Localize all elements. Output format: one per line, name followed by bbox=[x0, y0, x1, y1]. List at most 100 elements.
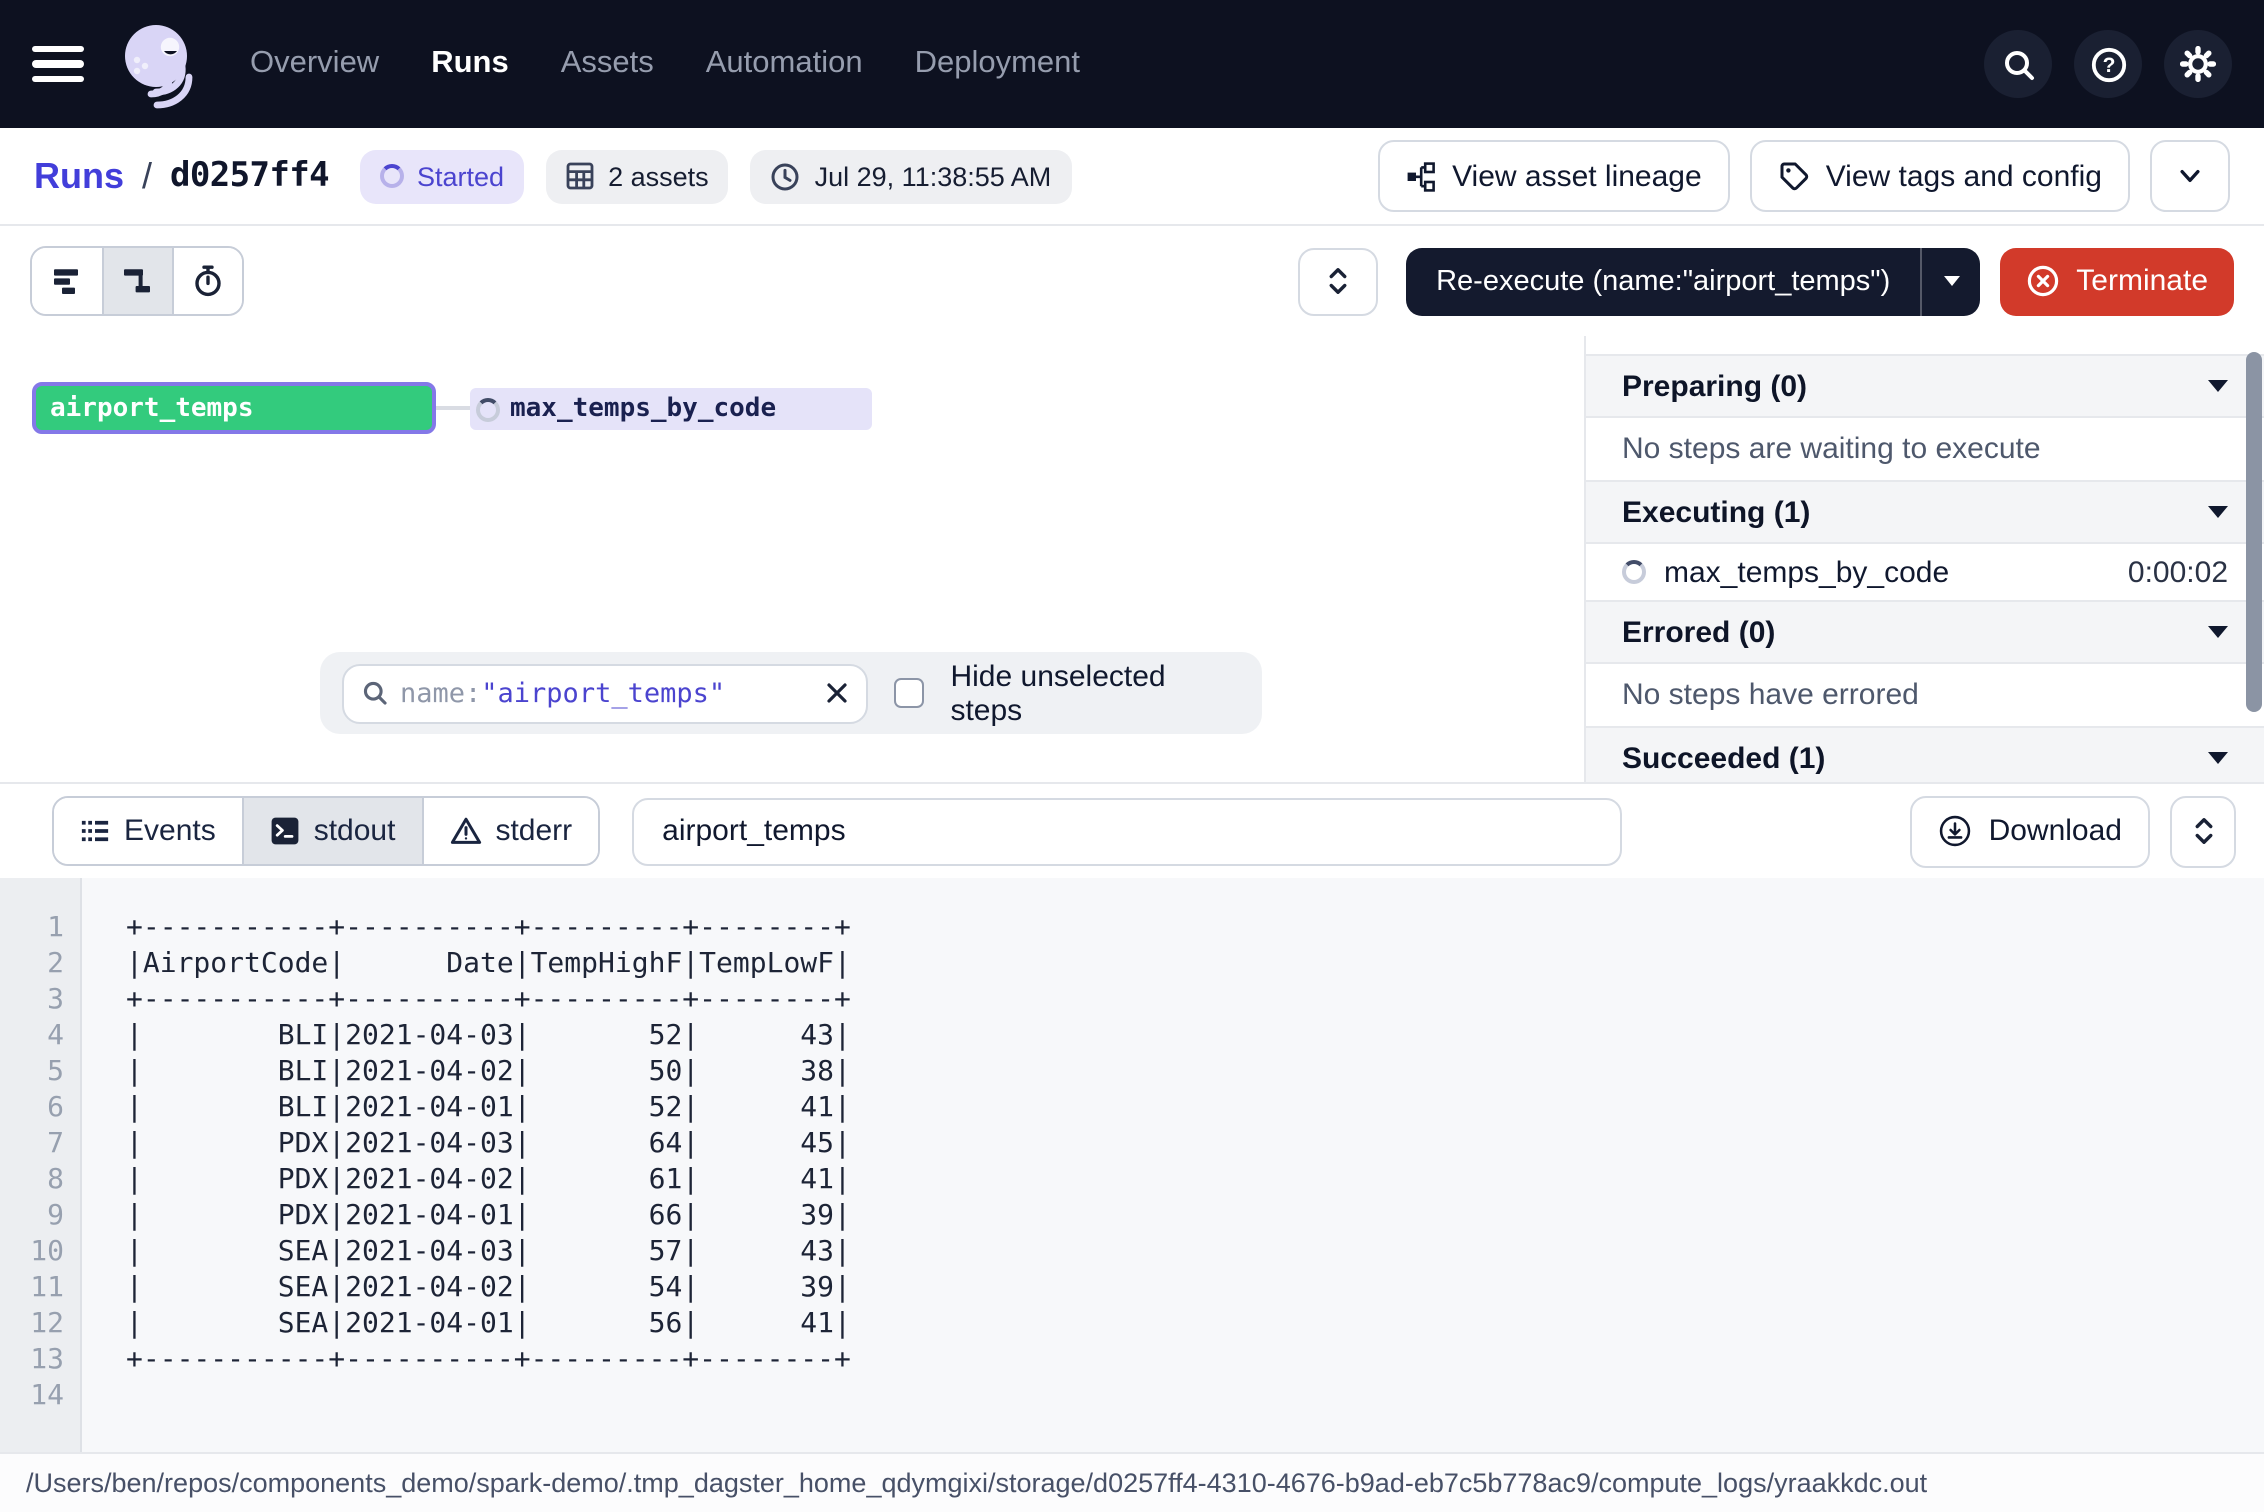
nav-item-deployment[interactable]: Deployment bbox=[915, 46, 1080, 82]
executing-step-name: max_temps_by_code bbox=[1664, 555, 1949, 589]
timestamp-badge: Jul 29, 11:38:55 AM bbox=[751, 149, 1072, 203]
log-content: +-----------+----------+---------+------… bbox=[126, 910, 851, 1414]
run-id: d0257ff4 bbox=[170, 156, 329, 196]
clock-icon bbox=[771, 161, 801, 191]
log-step-selector[interactable]: airport_temps bbox=[632, 797, 1622, 865]
log-actions: Download bbox=[1911, 795, 2236, 867]
preparing-empty-text: No steps are waiting to execute bbox=[1586, 418, 2264, 480]
run-badges: Started 2 assets Jul 29, 11:38:55 AM bbox=[359, 149, 1071, 203]
hide-unselected-checkbox[interactable] bbox=[894, 678, 924, 708]
hamburger-menu-icon[interactable] bbox=[32, 45, 84, 83]
filter-query-value: "airport_temps" bbox=[481, 677, 725, 709]
gantt-step-airport-temps[interactable]: airport_temps bbox=[32, 382, 436, 434]
view-asset-lineage-button[interactable]: View asset lineage bbox=[1378, 140, 1730, 212]
clear-filter-button[interactable] bbox=[826, 682, 848, 704]
tag-icon bbox=[1778, 160, 1810, 192]
log-line-number-gutter: 12 34 56 78 910 1112 1314 bbox=[0, 878, 82, 1452]
log-line: | BLI|2021-04-03| 52| 43| bbox=[126, 1018, 851, 1054]
running-spinner-icon bbox=[1622, 560, 1646, 584]
expand-collapse-run-button[interactable] bbox=[1298, 247, 1378, 315]
run-main-area: airport_temps max_temps_by_code name:"ai… bbox=[0, 336, 2264, 782]
terminate-button[interactable]: Terminate bbox=[2000, 247, 2234, 315]
log-line: +-----------+----------+---------+------… bbox=[126, 982, 851, 1018]
nav-item-assets[interactable]: Assets bbox=[561, 46, 654, 82]
terminal-icon bbox=[270, 816, 300, 846]
panel-scrollbar[interactable] bbox=[2246, 352, 2262, 712]
svg-text:?: ? bbox=[2102, 53, 2115, 76]
gantt-connector bbox=[436, 406, 470, 410]
section-errored[interactable]: Errored (0) bbox=[1586, 600, 2264, 664]
tab-stderr[interactable]: stderr bbox=[421, 798, 598, 864]
dagster-logo[interactable] bbox=[114, 18, 206, 110]
log-line: | SEA|2021-04-02| 54| 39| bbox=[126, 1270, 851, 1306]
dagster-run-page: Overview Runs Assets Automation Deployme… bbox=[0, 0, 2264, 1512]
close-x-icon bbox=[826, 682, 848, 704]
run-view-toolbar: Re-execute (name:"airport_temps") Termin… bbox=[0, 226, 2264, 336]
log-toolbar: Events stdout stderr airport_temps Downl… bbox=[0, 784, 2264, 878]
download-button[interactable]: Download bbox=[1911, 795, 2150, 867]
search-icon bbox=[362, 680, 388, 706]
re-execute-button[interactable]: Re-execute (name:"airport_temps") bbox=[1406, 247, 1920, 315]
assets-badge[interactable]: 2 assets bbox=[546, 149, 729, 203]
log-line: |AirportCode| Date|TempHighF|TempLowF| bbox=[126, 946, 851, 982]
filter-query-prefix: name: bbox=[400, 677, 481, 709]
asset-grid-icon bbox=[566, 162, 594, 190]
nav-item-overview[interactable]: Overview bbox=[250, 46, 379, 82]
section-executing[interactable]: Executing (1) bbox=[1586, 480, 2264, 544]
errored-empty-text: No steps have errored bbox=[1586, 664, 2264, 726]
flat-gantt-icon bbox=[51, 264, 83, 298]
breadcrumb-runs-link[interactable]: Runs bbox=[34, 155, 124, 197]
flat-gantt-view-button[interactable] bbox=[32, 248, 102, 314]
step-filter-input[interactable]: name:"airport_temps" bbox=[342, 663, 868, 723]
search-icon[interactable] bbox=[1984, 30, 2052, 98]
log-line: | BLI|2021-04-01| 52| 41| bbox=[126, 1090, 851, 1126]
view-tags-config-button[interactable]: View tags and config bbox=[1750, 140, 2130, 212]
executing-step-elapsed: 0:00:02 bbox=[2128, 555, 2228, 589]
log-line: | PDX|2021-04-02| 61| 41| bbox=[126, 1162, 851, 1198]
log-line: | PDX|2021-04-01| 66| 39| bbox=[126, 1198, 851, 1234]
run-header-actions: View asset lineage View tags and config bbox=[1378, 140, 2230, 212]
chevrons-up-down-icon bbox=[2189, 816, 2217, 846]
stopwatch-icon bbox=[192, 264, 224, 298]
breadcrumb-separator: / bbox=[142, 155, 152, 197]
re-execute-options-button[interactable] bbox=[1920, 247, 1980, 315]
waterfall-gantt-icon bbox=[122, 264, 154, 298]
tab-stdout[interactable]: stdout bbox=[242, 798, 422, 864]
log-line: +-----------+----------+---------+------… bbox=[126, 910, 851, 946]
caret-down-icon bbox=[2208, 506, 2228, 518]
step-status-panel: Preparing (0) No steps are waiting to ex… bbox=[1584, 336, 2264, 782]
executing-step-row[interactable]: max_temps_by_code 0:00:02 bbox=[1586, 544, 2264, 600]
log-tabs: Events stdout stderr bbox=[52, 796, 600, 866]
log-line bbox=[126, 1378, 851, 1414]
help-icon[interactable]: ? bbox=[2074, 30, 2142, 98]
caret-down-icon bbox=[2208, 626, 2228, 638]
gantt-view-switcher bbox=[30, 246, 244, 316]
expand-log-button[interactable] bbox=[2170, 795, 2236, 867]
running-spinner-icon bbox=[476, 397, 500, 421]
nav-item-automation[interactable]: Automation bbox=[706, 46, 863, 82]
nav-item-runs[interactable]: Runs bbox=[431, 46, 509, 82]
log-line: +-----------+----------+---------+------… bbox=[126, 1342, 851, 1378]
status-spinner-icon bbox=[379, 164, 403, 188]
log-line: | PDX|2021-04-03| 64| 45| bbox=[126, 1126, 851, 1162]
timer-view-button[interactable] bbox=[172, 248, 242, 314]
gantt-chart: airport_temps max_temps_by_code name:"ai… bbox=[0, 336, 1584, 782]
nav-utility-buttons: ? bbox=[1984, 30, 2232, 98]
re-execute-button-group: Re-execute (name:"airport_temps") bbox=[1406, 247, 1980, 315]
gantt-step-max-temps-by-code[interactable]: max_temps_by_code bbox=[470, 388, 872, 430]
settings-gear-icon[interactable] bbox=[2164, 30, 2232, 98]
log-viewer: 12 34 56 78 910 1112 1314 +-----------+-… bbox=[0, 878, 2264, 1452]
more-run-actions-button[interactable] bbox=[2150, 140, 2230, 212]
caret-down-icon bbox=[2208, 380, 2228, 392]
top-nav: Overview Runs Assets Automation Deployme… bbox=[0, 0, 2264, 128]
download-icon bbox=[1939, 814, 1973, 848]
waterfall-gantt-view-button[interactable] bbox=[102, 248, 172, 314]
section-succeeded[interactable]: Succeeded (1) bbox=[1586, 726, 2264, 782]
section-preparing[interactable]: Preparing (0) bbox=[1586, 354, 2264, 418]
log-file-path: /Users/ben/repos/components_demo/spark-d… bbox=[26, 1468, 1927, 1498]
run-header: Runs / d0257ff4 Started 2 assets Jul 29,… bbox=[0, 128, 2264, 226]
chevrons-up-down-icon bbox=[1324, 266, 1352, 296]
hide-unselected-label: Hide unselected steps bbox=[950, 659, 1240, 727]
tab-events[interactable]: Events bbox=[54, 798, 242, 864]
log-file-path-bar: /Users/ben/repos/components_demo/spark-d… bbox=[0, 1452, 2264, 1512]
